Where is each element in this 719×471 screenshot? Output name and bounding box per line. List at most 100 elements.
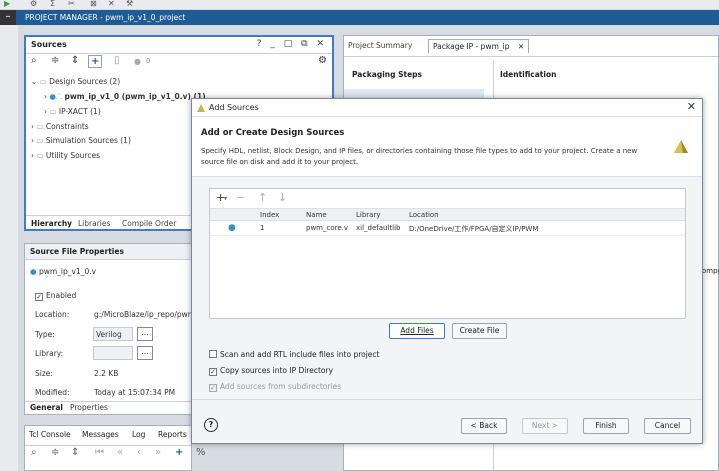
panel-controls[interactable]: ? _ □ ⧉ ✕	[257, 39, 327, 49]
type-browse-button[interactable]: …	[137, 327, 153, 341]
back-icon[interactable]: ‹	[137, 447, 141, 458]
checkbox-checked-icon: ✓	[209, 368, 217, 376]
library-browse-button[interactable]: …	[137, 346, 153, 360]
project-manager-bar: – PROJECT MANAGER - pwm_ip_v1_0_project	[0, 10, 719, 25]
copy-sources-checkbox[interactable]: ✓ Copy sources into IP Directory	[209, 366, 333, 376]
cancel-icon[interactable]: ✕	[108, 0, 115, 8]
expand-icon[interactable]: ⇕	[71, 447, 79, 458]
tree-utility-sources[interactable]: › ▭ Utility Sources	[31, 151, 100, 160]
settings-icon[interactable]: ⚙	[30, 0, 37, 8]
checkbox-checked-icon: ✓	[209, 384, 217, 392]
document-icon[interactable]: ▯	[114, 55, 120, 66]
move-down-icon[interactable]: ↓	[278, 191, 287, 204]
library-select[interactable]	[93, 346, 133, 360]
top-toolbar: ▶ ⚙ Σ ✂ ⊠ ✕ ⚒	[0, 0, 719, 9]
cut-icon[interactable]: ✂	[68, 0, 75, 8]
chevron-right-icon: ›	[31, 136, 34, 145]
tab-compile-order[interactable]: Compile Order	[122, 219, 176, 228]
table-header: Index Name Library Location	[210, 208, 685, 221]
cancel-button[interactable]: Cancel	[644, 418, 691, 434]
tab-properties[interactable]: Properties	[70, 403, 108, 412]
scan-rtl-checkbox[interactable]: Scan and add RTL include files into proj…	[209, 350, 379, 359]
folder-icon: ▭	[36, 136, 44, 145]
search-icon[interactable]: ⌕	[31, 55, 37, 66]
type-select[interactable]: Verilog	[93, 327, 133, 341]
chevron-right-icon: ›	[31, 151, 34, 160]
search-icon[interactable]: ⌕	[31, 447, 37, 458]
tab-tcl-console[interactable]: Tcl Console	[29, 430, 71, 439]
add-icon[interactable]: +	[175, 447, 183, 458]
column-location[interactable]: Location	[409, 211, 439, 219]
add-files-button[interactable]: Add Files	[389, 323, 445, 339]
status-circle-icon: ●	[134, 57, 141, 66]
tab-hierarchy[interactable]: Hierarchy	[31, 219, 72, 228]
chevron-right-icon: ›	[31, 122, 34, 131]
column-index[interactable]: Index	[260, 211, 279, 219]
tab-libraries[interactable]: Libraries	[78, 219, 110, 228]
modified-value: Today at 15:07:34 PM	[94, 388, 176, 397]
dialog-header: Add or Create Design Sources Specify HDL…	[192, 117, 702, 177]
collapse-icon[interactable]: ≑	[51, 55, 59, 66]
create-file-button[interactable]: Create File	[452, 323, 507, 339]
checkbox-icon: ✓	[35, 293, 43, 301]
folder-icon: ▭	[39, 77, 47, 86]
modified-label: Modified:	[35, 388, 70, 397]
chevron-right-icon: ›	[44, 107, 47, 116]
next-button: Next >	[522, 418, 568, 434]
back-button[interactable]: < Back	[461, 418, 507, 434]
size-value: 2.2 KB	[94, 369, 119, 378]
close-icon[interactable]: ✕	[687, 100, 696, 113]
remove-icon[interactable]: −	[236, 191, 245, 204]
run-icon[interactable]: ▶	[4, 0, 10, 8]
first-icon[interactable]: ⏮	[95, 447, 104, 458]
file-icon: ●	[30, 267, 37, 276]
source-file-properties-panel: Source File Properties ● pwm_ip_v1_0.v ✓…	[24, 243, 201, 415]
move-up-icon[interactable]: ↑	[258, 191, 267, 204]
close-icon[interactable]: ✕	[518, 42, 524, 51]
tab-messages[interactable]: Messages	[82, 430, 119, 439]
sources-header: Sources ? _ □ ⧉ ✕	[26, 37, 332, 54]
sources-toolbar: ⌕ ≑ ⇕ + ▯ ● 0 ⚙	[26, 54, 332, 70]
type-label: Type:	[35, 330, 55, 339]
tab-general[interactable]: General	[30, 403, 63, 412]
tcl-toolbar: ⌕ ≑ ⇕ ⏮ « ‹ » +	[25, 445, 191, 461]
dialog-titlebar: Add Sources ✕	[192, 99, 702, 117]
tab-log[interactable]: Log	[132, 430, 145, 439]
percent-icon[interactable]: %	[196, 447, 206, 458]
column-library[interactable]: Library	[356, 211, 380, 219]
minimize-icon[interactable]: –	[0, 10, 16, 25]
sfp-file: ● pwm_ip_v1_0.v	[30, 267, 97, 276]
sum-icon[interactable]: Σ	[50, 0, 55, 8]
debug-icon[interactable]: ⊠	[90, 0, 97, 8]
tree-design-sources[interactable]: ⌄ ▭ Design Sources (2)	[31, 77, 120, 86]
next-icon[interactable]: »	[155, 447, 161, 458]
tool-icon[interactable]: ⚒	[126, 0, 133, 8]
identification-label: Identification	[500, 70, 557, 79]
tab-package-ip[interactable]: Package IP - pwm_ip ✕	[428, 39, 530, 53]
dropdown-icon[interactable]: ▾	[224, 195, 227, 202]
tab-project-summary[interactable]: Project Summary	[344, 39, 416, 52]
help-icon[interactable]: ?	[204, 418, 218, 432]
dialog-title: Add Sources	[209, 103, 259, 112]
tab-reports[interactable]: Reports	[158, 430, 187, 439]
tree-simulation-sources[interactable]: › ▭ Simulation Sources (1)	[31, 136, 131, 145]
sources-title: Sources	[31, 40, 67, 49]
size-label: Size:	[35, 369, 53, 378]
enabled-checkbox[interactable]: ✓ Enabled	[35, 291, 76, 301]
tree-top-module[interactable]: › ●⸫ pwm_ip_v1_0 (pwm_ip_v1_0.v) (1)	[44, 92, 206, 102]
project-manager-title: PROJECT MANAGER - pwm_ip_v1_0_project	[25, 13, 186, 22]
prev-icon[interactable]: «	[117, 447, 123, 458]
collapse-icon[interactable]: ≑	[51, 447, 59, 458]
source-file-table: + ▾ − ↑ ↓ Index Name Library Location ● …	[209, 188, 686, 319]
column-name[interactable]: Name	[306, 211, 327, 219]
dialog-description: Specify HDL, netlist, Block Design, and …	[201, 147, 638, 166]
tree-constraints[interactable]: › ▭ Constraints	[31, 122, 89, 131]
tree-ip-xact[interactable]: › ▭ IP-XACT (1)	[44, 107, 101, 116]
expand-icon[interactable]: ⇕	[71, 55, 79, 66]
table-row[interactable]: ● 1 pwm_core.v xil_defaultlib D:/OneDriv…	[210, 222, 685, 236]
finish-button[interactable]: Finish	[583, 418, 629, 434]
add-icon[interactable]: +	[88, 55, 103, 68]
vivado-logo-icon	[674, 140, 688, 153]
gear-icon[interactable]: ⚙	[318, 55, 327, 66]
vivado-icon	[197, 104, 205, 112]
